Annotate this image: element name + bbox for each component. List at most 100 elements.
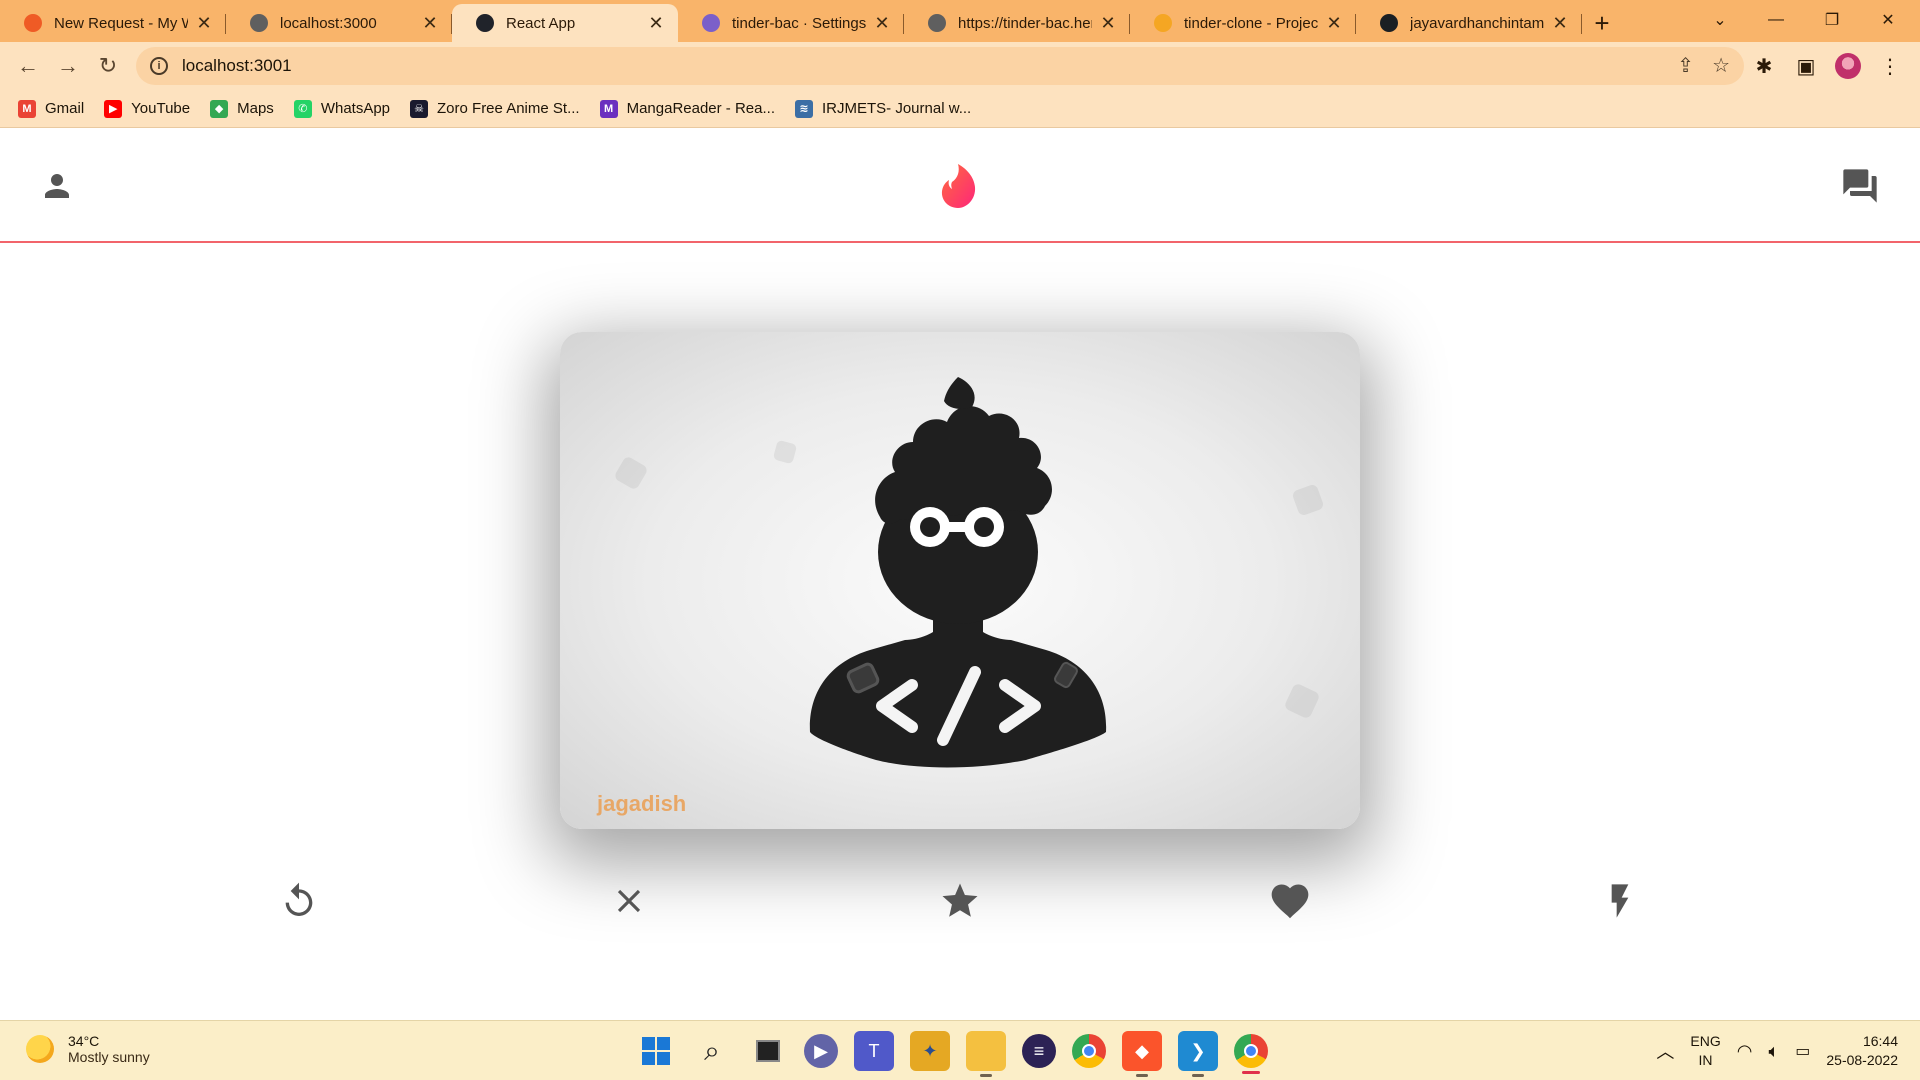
nope-button[interactable] [601, 873, 657, 929]
browser-tab[interactable]: https://tinder-bac.her ✕ [904, 4, 1130, 42]
language-indicator[interactable]: ENG IN [1690, 1032, 1720, 1070]
chat-icon[interactable]: ▶ [804, 1034, 838, 1068]
github-icon [1380, 14, 1398, 32]
close-icon [617, 889, 641, 913]
tab-search-chevron-icon[interactable]: ⌄ [1694, 0, 1746, 40]
puzzle-app-icon[interactable]: ✦ [910, 1031, 950, 1071]
restore-button[interactable]: ❐ [1806, 0, 1858, 40]
bookmark-label: Zoro Free Anime St... [437, 100, 580, 117]
browser-tab[interactable]: jayavardhanchintam/ ✕ [1356, 4, 1582, 42]
browser-tab[interactable]: React App ✕ [452, 4, 678, 42]
browser-tab[interactable]: tinder-clone - Project ✕ [1130, 4, 1356, 42]
side-panel-icon[interactable]: ▣ [1790, 46, 1822, 86]
bookmark-star-icon[interactable]: ☆ [1712, 53, 1730, 78]
teams-icon[interactable]: T [854, 1031, 894, 1071]
tab-divider [1581, 14, 1582, 34]
close-tab-icon[interactable]: ✕ [1100, 13, 1116, 34]
browser-tab[interactable]: localhost:3000 ✕ [226, 4, 452, 42]
youtube-icon: ▶ [104, 99, 123, 118]
browser-menu-icon[interactable]: ⋮ [1874, 46, 1906, 86]
bookmark-label: Gmail [45, 100, 85, 117]
browser-tab[interactable]: New Request - My W ✕ [0, 4, 226, 42]
profile-avatar[interactable] [1832, 46, 1864, 86]
weather-widget[interactable]: 34°C Mostly sunny [26, 1033, 150, 1065]
volume-icon[interactable]: 🔈︎ [1768, 1041, 1779, 1062]
bookmark-item[interactable]: ✆ WhatsApp [293, 99, 391, 118]
windows-taskbar: 34°C Mostly sunny ⌕ ▶ T ✦ ≡ ◆ ❯ ︿ ENG IN… [0, 1020, 1920, 1080]
wifi-icon[interactable]: ◠ [1737, 1041, 1753, 1062]
bookmark-item[interactable]: ☠ Zoro Free Anime St... [410, 99, 580, 118]
replay-icon [285, 882, 313, 916]
chrome-profile-icon[interactable] [1234, 1034, 1268, 1074]
bookmark-label: Maps [237, 100, 274, 117]
bookmark-label: YouTube [131, 100, 191, 117]
whatsapp-icon: ✆ [293, 99, 312, 118]
person-icon[interactable] [35, 164, 79, 208]
file-explorer-icon[interactable] [966, 1031, 1006, 1077]
vscode-icon[interactable]: ❯ [1178, 1031, 1218, 1077]
battery-icon[interactable]: ▭ [1795, 1041, 1810, 1061]
close-tab-icon[interactable]: ✕ [1552, 13, 1568, 34]
superlike-button[interactable] [932, 873, 988, 929]
undo-button[interactable] [271, 873, 327, 929]
tab-title: tinder-clone - Project [1184, 14, 1318, 32]
address-bar[interactable]: i localhost:3001 ⇪ ☆ [136, 47, 1744, 85]
bookmark-label: IRJMETS- Journal w... [822, 100, 972, 117]
bookmark-item[interactable]: M Gmail [18, 99, 85, 118]
flash-icon [1611, 884, 1629, 918]
like-button[interactable] [1262, 873, 1318, 929]
tab-title: localhost:3000 [280, 14, 377, 32]
bookmark-item[interactable]: M MangaReader - Rea... [599, 99, 775, 118]
search-icon[interactable]: ⌕ [692, 1031, 732, 1071]
browser-tab[interactable]: tinder-bac · Settings | ✕ [678, 4, 904, 42]
extensions-puzzle-icon[interactable]: ✱ [1748, 46, 1780, 86]
heart-icon [1271, 884, 1309, 919]
profile-card[interactable]: jagadish [560, 332, 1360, 829]
minimize-button[interactable]: — [1750, 0, 1802, 40]
tinder-flame-logo[interactable] [938, 164, 982, 208]
temperature-text: 34°C [68, 1033, 100, 1049]
gmail-icon: M [18, 99, 36, 118]
eclipse-icon[interactable]: ≡ [1022, 1034, 1056, 1068]
globe-icon [928, 14, 946, 32]
close-tab-icon[interactable]: ✕ [648, 13, 664, 34]
tab-title: tinder-bac · Settings | [732, 14, 866, 32]
irjmets-icon: ≋ [795, 99, 813, 118]
sun-icon [26, 1035, 54, 1063]
bookmark-label: MangaReader - Rea... [626, 100, 775, 117]
close-tab-icon[interactable]: ✕ [422, 13, 438, 34]
globe-icon [250, 14, 268, 32]
zoro-icon: ☠ [410, 99, 429, 118]
reload-icon[interactable]: ↻ [88, 46, 128, 86]
start-windows-icon[interactable] [636, 1031, 676, 1071]
close-tab-icon[interactable]: ✕ [1326, 13, 1342, 34]
tab-title: New Request - My W [54, 14, 188, 32]
bookmark-label: WhatsApp [320, 100, 391, 117]
share-icon[interactable]: ⇪ [1677, 53, 1694, 78]
firebase-icon [1154, 14, 1172, 32]
maps-icon: ◆ [210, 99, 229, 118]
bookmark-item[interactable]: ≋ IRJMETS- Journal w... [795, 99, 972, 118]
profile-name: jagadish [597, 791, 687, 816]
weather-text: Mostly sunny [68, 1049, 150, 1065]
forward-arrow-icon[interactable]: → [48, 46, 88, 86]
task-view-icon[interactable] [748, 1031, 788, 1071]
chrome-icon[interactable] [1072, 1034, 1106, 1068]
site-info-icon[interactable]: i [150, 57, 168, 75]
chevron-up-icon[interactable]: ︿ [1656, 1038, 1674, 1064]
close-tab-icon[interactable]: ✕ [874, 13, 890, 34]
clock[interactable]: 16:44 25-08-2022 [1826, 1032, 1898, 1070]
react-icon [476, 14, 494, 32]
boost-button[interactable] [1592, 873, 1648, 929]
chat-forum-icon[interactable] [1838, 164, 1882, 208]
close-window-button[interactable]: ✕ [1862, 0, 1914, 40]
close-tab-icon[interactable]: ✕ [196, 13, 212, 34]
tab-title: React App [506, 14, 576, 32]
bookmark-item[interactable]: ▶ YouTube [104, 99, 191, 118]
back-arrow-icon[interactable]: ← [8, 46, 48, 86]
browser-toolbar: ← → ↻ i localhost:3001 ⇪ ☆ ✱ ▣ ⋮ [0, 42, 1920, 90]
new-tab-button[interactable]: + [1582, 4, 1622, 42]
taskbar-apps: ⌕ ▶ T ✦ ≡ ◆ ❯ [636, 1031, 1268, 1077]
brave-icon[interactable]: ◆ [1122, 1031, 1162, 1077]
bookmark-item[interactable]: ◆ Maps [210, 99, 274, 118]
